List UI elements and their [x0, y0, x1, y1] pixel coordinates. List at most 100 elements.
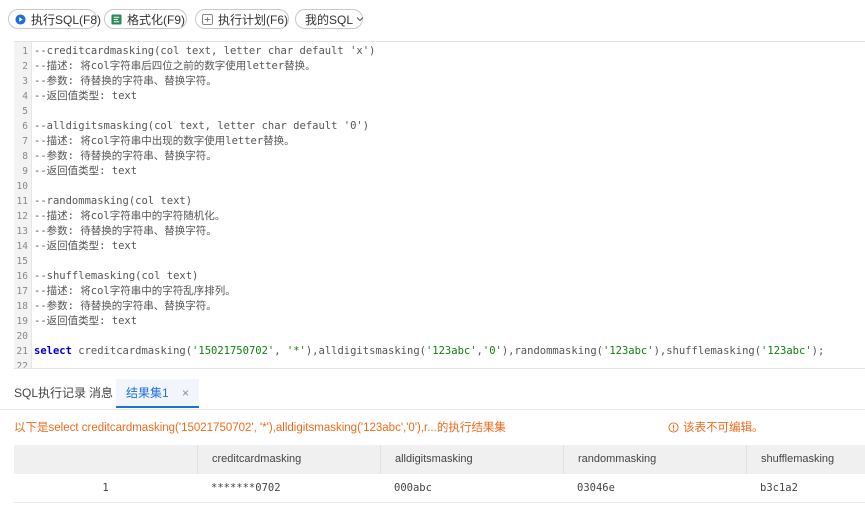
editor-line[interactable]: 17 --描述: 将col字符串中的字符乱序排列。 — [14, 284, 865, 299]
code-text: --参数: 待替换的字符串、替换字符。 — [34, 74, 217, 89]
my-sql-label: 我的SQL — [305, 12, 354, 27]
code-segment: ),randommasking( — [501, 345, 603, 357]
column-header[interactable]: creditcardmasking — [197, 445, 380, 474]
table-cell[interactable]: b3c1a2 — [746, 474, 865, 502]
execution-plan-button[interactable]: 执行计划(F6) — [195, 9, 289, 29]
editor-line[interactable]: 19 --返回值类型: text — [14, 314, 865, 329]
code-segment: --描述: 将col字符串中的字符随机化。 — [34, 210, 226, 222]
sql-keyword: select — [34, 345, 72, 357]
code-text: --返回值类型: text — [34, 164, 137, 179]
execution-plan-label: 执行计划(F6) — [218, 12, 288, 27]
line-number: 14 — [16, 241, 28, 252]
editor-line[interactable]: 15 — [14, 254, 865, 269]
code-text: --描述: 将col字符串后四位之前的数字使用letter替换。 — [34, 59, 316, 74]
play-icon — [15, 13, 26, 25]
editor-line[interactable]: 5 — [14, 104, 865, 119]
code-text: --返回值类型: text — [34, 314, 137, 329]
info-icon — [668, 421, 679, 433]
code-text: --返回值类型: text — [34, 239, 137, 254]
editor-line[interactable]: 16 --shufflemasking(col text) — [14, 269, 865, 284]
editor-line[interactable]: 7 --描述: 将col字符串中出现的数字使用letter替换。 — [14, 134, 865, 149]
line-number: 15 — [16, 256, 28, 267]
editor-line[interactable]: 18 --参数: 待替换的字符串、替换字符。 — [14, 299, 865, 314]
code-text: --描述: 将col字符串中的字符随机化。 — [34, 209, 225, 224]
line-number: 2 — [22, 61, 28, 72]
table-row[interactable]: 1 *******0702 000abc 03046e b3c1a2 — [14, 474, 865, 503]
line-number: 20 — [16, 331, 28, 342]
editor-line[interactable]: 21 select creditcardmasking('15021750702'… — [14, 344, 865, 359]
code-segment: --creditcardmasking(col text, letter cha… — [34, 45, 376, 57]
editor-line[interactable]: 10 — [14, 179, 865, 194]
code-text: --参数: 待替换的字符串、替换字符。 — [34, 299, 217, 314]
code-segment: --描述: 将col字符串后四位之前的数字使用letter替换。 — [34, 60, 316, 72]
tab-result-set-1[interactable]: 结果集1 × — [116, 379, 200, 408]
sql-editor[interactable]: 1 --creditcardmasking(col text, letter ch… — [14, 41, 865, 369]
result-summary-text: 以下是select creditcardmasking('15021750702… — [14, 422, 506, 434]
code-segment: ); — [811, 345, 825, 357]
column-header[interactable]: shufflemasking — [746, 445, 865, 474]
result-tabs: SQL执行记录 消息 结果集1 × — [0, 379, 865, 410]
line-number: 1 — [22, 46, 28, 57]
sql-string: '*' — [286, 345, 306, 357]
editor-line[interactable]: 14 --返回值类型: text — [14, 239, 865, 254]
code-text: --shufflemasking(col text) — [34, 269, 198, 284]
editor-line[interactable]: 13 --参数: 待替换的字符串、替换字符。 — [14, 224, 865, 239]
line-number: 7 — [22, 136, 28, 147]
editor-line[interactable]: 20 — [14, 329, 865, 344]
line-number: 11 — [16, 196, 28, 207]
readonly-notice: 该表不可编辑。 — [668, 419, 764, 435]
sql-string: '15021750702' — [192, 345, 275, 357]
editor-line[interactable]: 3 --参数: 待替换的字符串、替换字符。 — [14, 74, 865, 89]
format-button[interactable]: 格式化(F9) — [104, 9, 187, 29]
sql-string: '123abc' — [761, 345, 812, 357]
editor-line[interactable]: 6 --alldigitsmasking(col text, letter cha… — [14, 119, 865, 134]
row-index: 1 — [102, 482, 109, 494]
line-number: 10 — [16, 181, 28, 192]
grid-header: creditcardmasking alldigitsmasking rando… — [14, 445, 865, 474]
code-text: --参数: 待替换的字符串、替换字符。 — [34, 149, 217, 164]
code-segment: --alldigitsmasking(col text, letter char… — [34, 120, 370, 132]
tab-result-set-1-label: 结果集1 — [126, 386, 169, 400]
table-cell[interactable]: 03046e — [563, 474, 746, 502]
table-cell[interactable]: *******0702 — [197, 474, 380, 502]
chevron-down-icon — [356, 17, 364, 22]
line-number: 9 — [22, 166, 28, 177]
code-segment: --描述: 将col字符串中的字符乱序排列。 — [34, 285, 236, 297]
line-number: 19 — [16, 316, 28, 327]
code-text: --randommasking(col text) — [34, 194, 192, 209]
code-segment: --描述: 将col字符串中出现的数字使用letter替换。 — [34, 135, 295, 147]
sql-string: '0' — [482, 345, 502, 357]
code-segment: --返回值类型: text — [34, 165, 138, 177]
line-number: 13 — [16, 226, 28, 237]
close-icon[interactable]: × — [182, 386, 189, 400]
my-sql-dropdown[interactable]: 我的SQL — [295, 9, 364, 29]
format-icon — [111, 13, 122, 25]
tab-messages[interactable]: 消息 — [89, 379, 113, 408]
code-segment: --randommasking(col text) — [34, 195, 193, 207]
line-number: 4 — [22, 91, 28, 102]
code-text: --alldigitsmasking(col text, letter char… — [34, 119, 369, 134]
editor-line[interactable]: 22 — [14, 359, 865, 368]
code-text: select creditcardmasking('15021750702', … — [34, 344, 824, 359]
row-index-header — [14, 445, 197, 474]
column-header[interactable]: alldigitsmasking — [380, 445, 563, 474]
code-segment: , — [274, 345, 287, 357]
table-cell[interactable]: 000abc — [380, 474, 563, 502]
line-number: 16 — [16, 271, 28, 282]
run-sql-button[interactable]: 执行SQL(F8) — [8, 9, 101, 29]
column-header[interactable]: randommasking — [563, 445, 746, 474]
code-text: --creditcardmasking(col text, letter cha… — [34, 44, 375, 59]
editor-line[interactable]: 12 --描述: 将col字符串中的字符随机化。 — [14, 209, 865, 224]
code-text: --描述: 将col字符串中的字符乱序排列。 — [34, 284, 236, 299]
format-label: 格式化(F9) — [127, 12, 185, 27]
editor-line[interactable]: 9 --返回值类型: text — [14, 164, 865, 179]
code-segment: --shufflemasking(col text) — [34, 270, 199, 282]
editor-line[interactable]: 8 --参数: 待替换的字符串、替换字符。 — [14, 149, 865, 164]
editor-line[interactable]: 1 --creditcardmasking(col text, letter ch… — [14, 44, 865, 59]
line-number: 3 — [22, 76, 28, 87]
editor-line[interactable]: 2 --描述: 将col字符串后四位之前的数字使用letter替换。 — [14, 59, 865, 74]
editor-line[interactable]: 4 --返回值类型: text — [14, 89, 865, 104]
code-text: --描述: 将col字符串中出现的数字使用letter替换。 — [34, 134, 295, 149]
editor-line[interactable]: 11 --randommasking(col text) — [14, 194, 865, 209]
tab-sql-history[interactable]: SQL执行记录 — [14, 379, 86, 408]
